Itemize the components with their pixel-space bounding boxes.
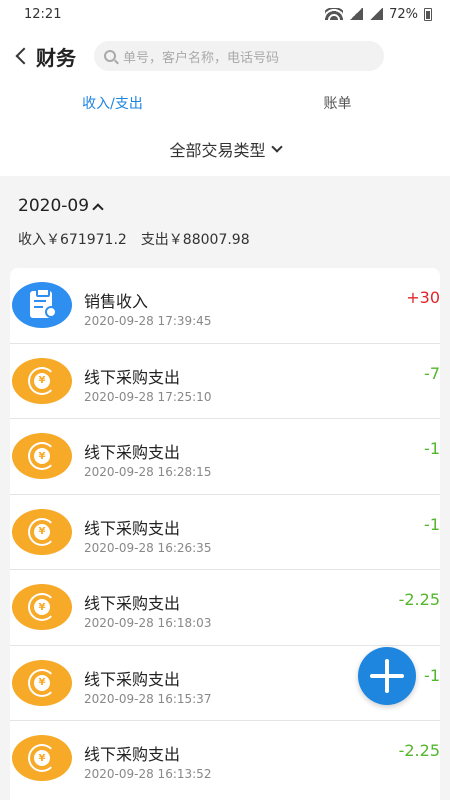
back-icon[interactable]: [8, 36, 34, 76]
status-time: 12:21: [24, 6, 62, 22]
battery-icon: [424, 7, 432, 21]
transaction-time: 2020-09-28 17:39:45: [84, 314, 212, 328]
yen-coin-icon: ¥: [12, 433, 72, 479]
tabs: 收入/支出 账单: [0, 84, 450, 122]
transaction-amount: -2.25: [398, 590, 440, 609]
transaction-amount: -1: [424, 514, 440, 534]
clipboard-check-icon: [12, 282, 72, 328]
yen-coin-icon: ¥: [12, 584, 72, 630]
transaction-name: 销售收入: [84, 292, 149, 311]
transaction-name: 线下采购支出: [84, 669, 181, 689]
list-item[interactable]: ¥ 线下采购支出 2020-09-28 16:13:52 -2.25: [10, 721, 440, 797]
add-button[interactable]: [358, 647, 416, 705]
transaction-amount: -7: [424, 363, 440, 383]
list-item[interactable]: ¥ 线下采购支出 2020-09-28 17:25:10 -7: [10, 344, 440, 419]
transaction-time: 2020-09-28 16:28:15: [84, 465, 212, 479]
transaction-time: 2020-09-28 16:13:52: [84, 767, 212, 781]
transaction-type-filter[interactable]: 全部交易类型: [0, 122, 450, 176]
chevron-down-icon: [270, 140, 283, 153]
list-item[interactable]: ¥ 线下采购支出 2020-09-28 16:18:03 -2.25: [10, 570, 440, 646]
wifi-icon: [325, 8, 344, 20]
transaction-name: 线下采购支出: [84, 745, 181, 764]
tab-income-expense[interactable]: 收入/支出: [0, 84, 225, 122]
signal-icon: [369, 8, 384, 20]
transaction-name: 线下采购支出: [84, 367, 181, 387]
page-title: 财务: [36, 45, 76, 70]
transaction-time: 2020-09-28 16:26:35: [84, 540, 212, 555]
search-icon: [104, 50, 116, 62]
income-total: 收入￥671971.2: [18, 232, 127, 248]
battery-percent: 72%: [389, 6, 418, 22]
month-label: 2020-09: [18, 196, 90, 216]
list-item[interactable]: ¥ 线下采购支出 2020-09-28 16:28:15 -1: [10, 419, 440, 495]
filter-label: 全部交易类型: [169, 141, 266, 160]
transaction-amount: +30: [406, 288, 440, 307]
status-icons: 72%: [325, 7, 432, 22]
chevron-up-icon: [92, 202, 104, 215]
month-selector[interactable]: 2020-09: [18, 196, 104, 216]
expense-total: 支出￥88007.98: [140, 232, 250, 248]
list-item[interactable]: 销售收入 2020-09-28 17:39:45 +30: [10, 268, 440, 344]
transaction-list: 销售收入 2020-09-28 17:39:45 +30 ¥ 线下采购支出 20…: [10, 268, 440, 800]
transaction-name: 线下采购支出: [84, 518, 181, 538]
yen-coin-icon: ¥: [12, 357, 72, 404]
transaction-name: 线下采购支出: [84, 443, 181, 462]
signal-icon: [349, 8, 364, 20]
tab-bills[interactable]: 账单: [225, 84, 450, 122]
yen-coin-icon: ¥: [12, 659, 72, 706]
transaction-time: 2020-09-28 16:15:37: [84, 691, 212, 706]
list-item[interactable]: ¥ 线下采购支出 2020-09-28 16:26:35 -1: [10, 495, 440, 570]
transaction-amount: -1: [424, 665, 440, 685]
transaction-amount: -1: [424, 439, 440, 458]
yen-coin-icon: ¥: [12, 508, 72, 555]
transaction-name: 线下采购支出: [84, 594, 181, 613]
transaction-time: 2020-09-28 16:18:03: [84, 616, 212, 630]
search-placeholder: 单号，客户名称，电话号码: [123, 50, 280, 66]
transaction-amount: -2.25: [398, 741, 440, 760]
yen-coin-icon: ¥: [12, 735, 72, 781]
search-input[interactable]: 单号，客户名称，电话号码: [94, 41, 384, 71]
status-bar: 12:21 72%: [0, 0, 450, 28]
transaction-time: 2020-09-28 17:25:10: [84, 389, 212, 404]
month-summary: 收入￥671971.2 支出￥88007.98: [18, 229, 250, 249]
header: 财务 单号，客户名称，电话号码: [0, 28, 450, 84]
